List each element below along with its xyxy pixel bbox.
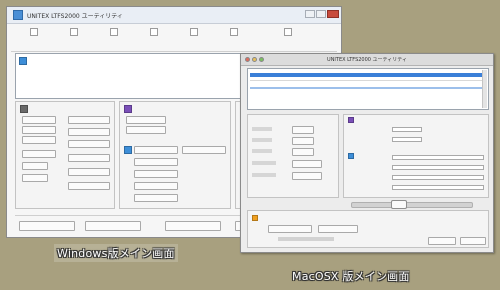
- option-button[interactable]: [134, 182, 178, 190]
- app-icon: [13, 10, 23, 20]
- window-title: UNITEX LTFS2000 ユーティリティ: [27, 13, 123, 20]
- toolbar-button-5[interactable]: [179, 26, 209, 50]
- window-title: UNITEX LTFS2000 ユーティリティ: [327, 57, 407, 63]
- list-divider: [250, 80, 486, 81]
- text-field[interactable]: [392, 175, 484, 180]
- help-icon: [284, 28, 292, 36]
- value-field[interactable]: [68, 182, 110, 190]
- title-bar[interactable]: UNITEX LTFS2000 ユーティリティ: [7, 7, 341, 24]
- selected-device-row[interactable]: [250, 73, 486, 77]
- format-panel: [343, 114, 489, 198]
- drive-panel: [247, 114, 339, 198]
- option-button[interactable]: [268, 225, 312, 233]
- option-button[interactable]: [318, 225, 358, 233]
- text-field[interactable]: [392, 155, 484, 160]
- value-field[interactable]: [292, 137, 314, 145]
- info-icon: [124, 146, 132, 154]
- value-field[interactable]: [68, 128, 110, 136]
- format-panel: [119, 101, 231, 209]
- option-button[interactable]: [134, 170, 178, 178]
- value-field[interactable]: [68, 116, 110, 124]
- option-button[interactable]: [126, 126, 166, 134]
- windows-caption: Windows版メイン画面: [54, 244, 178, 262]
- slider-track[interactable]: [351, 202, 473, 208]
- device-list[interactable]: [247, 68, 489, 110]
- tools-panel: [247, 210, 489, 248]
- minimize-button[interactable]: [305, 10, 315, 18]
- toolbar-button-1[interactable]: [19, 26, 49, 50]
- option-button[interactable]: [22, 136, 56, 144]
- toolbar: [11, 25, 337, 52]
- settings-icon: [230, 28, 238, 36]
- drive-icon: [30, 28, 38, 36]
- option-button[interactable]: [22, 150, 56, 158]
- title-bar[interactable]: UNITEX LTFS2000 ユーティリティ: [241, 54, 493, 66]
- option-button[interactable]: [126, 116, 166, 124]
- maximize-button[interactable]: [316, 10, 326, 18]
- value-field[interactable]: [292, 148, 314, 156]
- option-button[interactable]: [22, 126, 56, 134]
- mount-icon: [150, 28, 158, 36]
- toolbar-button-6[interactable]: [219, 26, 249, 50]
- drive-icon: [20, 105, 28, 113]
- device-row[interactable]: [250, 87, 486, 89]
- text-field[interactable]: [392, 165, 484, 170]
- option-button[interactable]: [134, 146, 178, 154]
- field-label: [252, 127, 272, 131]
- field-label: [252, 149, 272, 153]
- field-label: [252, 161, 276, 165]
- value-field[interactable]: [68, 154, 110, 162]
- footer-button-3[interactable]: [165, 221, 221, 231]
- option-button[interactable]: [134, 158, 178, 166]
- footer-button-2[interactable]: [85, 221, 141, 231]
- drive-icon: [19, 57, 27, 65]
- field-label: [252, 173, 276, 177]
- option-button[interactable]: [22, 174, 48, 182]
- value-field[interactable]: [292, 160, 322, 168]
- value-field[interactable]: [292, 172, 322, 180]
- drive-panel: [15, 101, 115, 209]
- info-icon: [348, 153, 354, 159]
- tape-icon: [70, 28, 78, 36]
- value-field[interactable]: [182, 146, 226, 154]
- value-field[interactable]: [392, 137, 422, 142]
- scrollbar[interactable]: [482, 70, 487, 108]
- unmount-icon: [190, 28, 198, 36]
- value-field[interactable]: [292, 126, 314, 134]
- close-button[interactable]: [327, 10, 339, 18]
- format-icon: [348, 117, 354, 123]
- eject-icon: [110, 28, 118, 36]
- value-field[interactable]: [392, 127, 422, 132]
- toolbar-button-2[interactable]: [59, 26, 89, 50]
- format-icon: [124, 105, 132, 113]
- option-button[interactable]: [22, 116, 56, 124]
- option-button[interactable]: [22, 162, 48, 170]
- toolbar-button-4[interactable]: [139, 26, 169, 50]
- slider-thumb[interactable]: [391, 200, 407, 209]
- action-button[interactable]: [460, 237, 486, 245]
- action-button[interactable]: [428, 237, 456, 245]
- footer-button-1[interactable]: [19, 221, 75, 231]
- toolbar-button-7[interactable]: [273, 26, 303, 50]
- field-label: [252, 138, 272, 142]
- mac-caption: MacOSX 版メイン画面: [292, 270, 410, 283]
- option-button[interactable]: [134, 194, 178, 202]
- toolbar-button-3[interactable]: [99, 26, 129, 50]
- mac-main-window: UNITEX LTFS2000 ユーティリティ: [240, 53, 494, 253]
- value-field[interactable]: [68, 168, 110, 176]
- value-field[interactable]: [68, 140, 110, 148]
- tool-icon: [252, 215, 258, 221]
- text-field[interactable]: [392, 185, 484, 190]
- progress-label: [278, 237, 334, 241]
